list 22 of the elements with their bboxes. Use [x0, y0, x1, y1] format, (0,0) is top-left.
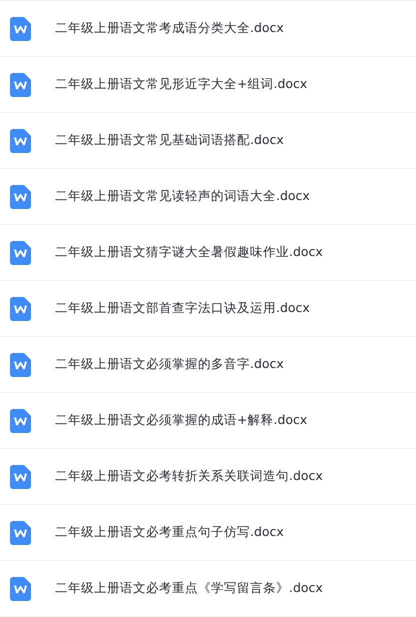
- document-icon: [10, 464, 31, 488]
- file-name[interactable]: 二年级上册语文常考成语分类大全.docx: [55, 20, 284, 37]
- document-icon: [10, 128, 31, 152]
- file-name[interactable]: 二年级上册语文必考转折关系关联词造句.docx: [55, 468, 323, 485]
- file-name[interactable]: 二年级上册语文必考重点句子仿写.docx: [55, 524, 284, 541]
- document-icon: [10, 16, 31, 40]
- file-name[interactable]: 二年级上册语文必须掌握的多音字.docx: [55, 356, 284, 373]
- document-icon: [10, 72, 31, 96]
- document-icon: [10, 576, 31, 600]
- file-name[interactable]: 二年级上册语文部首查字法口诀及运用.docx: [55, 300, 310, 317]
- document-icon: [10, 184, 31, 208]
- file-name[interactable]: 二年级上册语文必考重点《学写留言条》.docx: [55, 580, 323, 597]
- file-name[interactable]: 二年级上册语文常见基础词语搭配.docx: [55, 132, 284, 149]
- document-icon: [10, 520, 31, 544]
- file-name[interactable]: 二年级上册语文猜字谜大全暑假趣味作业.docx: [55, 244, 323, 261]
- file-name[interactable]: 二年级上册语文常见读轻声的词语大全.docx: [55, 188, 310, 205]
- document-icon: [10, 408, 31, 432]
- file-name[interactable]: 二年级上册语文常见形近字大全+组词.docx: [55, 76, 308, 93]
- document-icon: [10, 296, 31, 320]
- document-icon: [10, 240, 31, 264]
- document-icon: [10, 352, 31, 376]
- file-name[interactable]: 二年级上册语文必须掌握的成语+解释.docx: [55, 412, 308, 429]
